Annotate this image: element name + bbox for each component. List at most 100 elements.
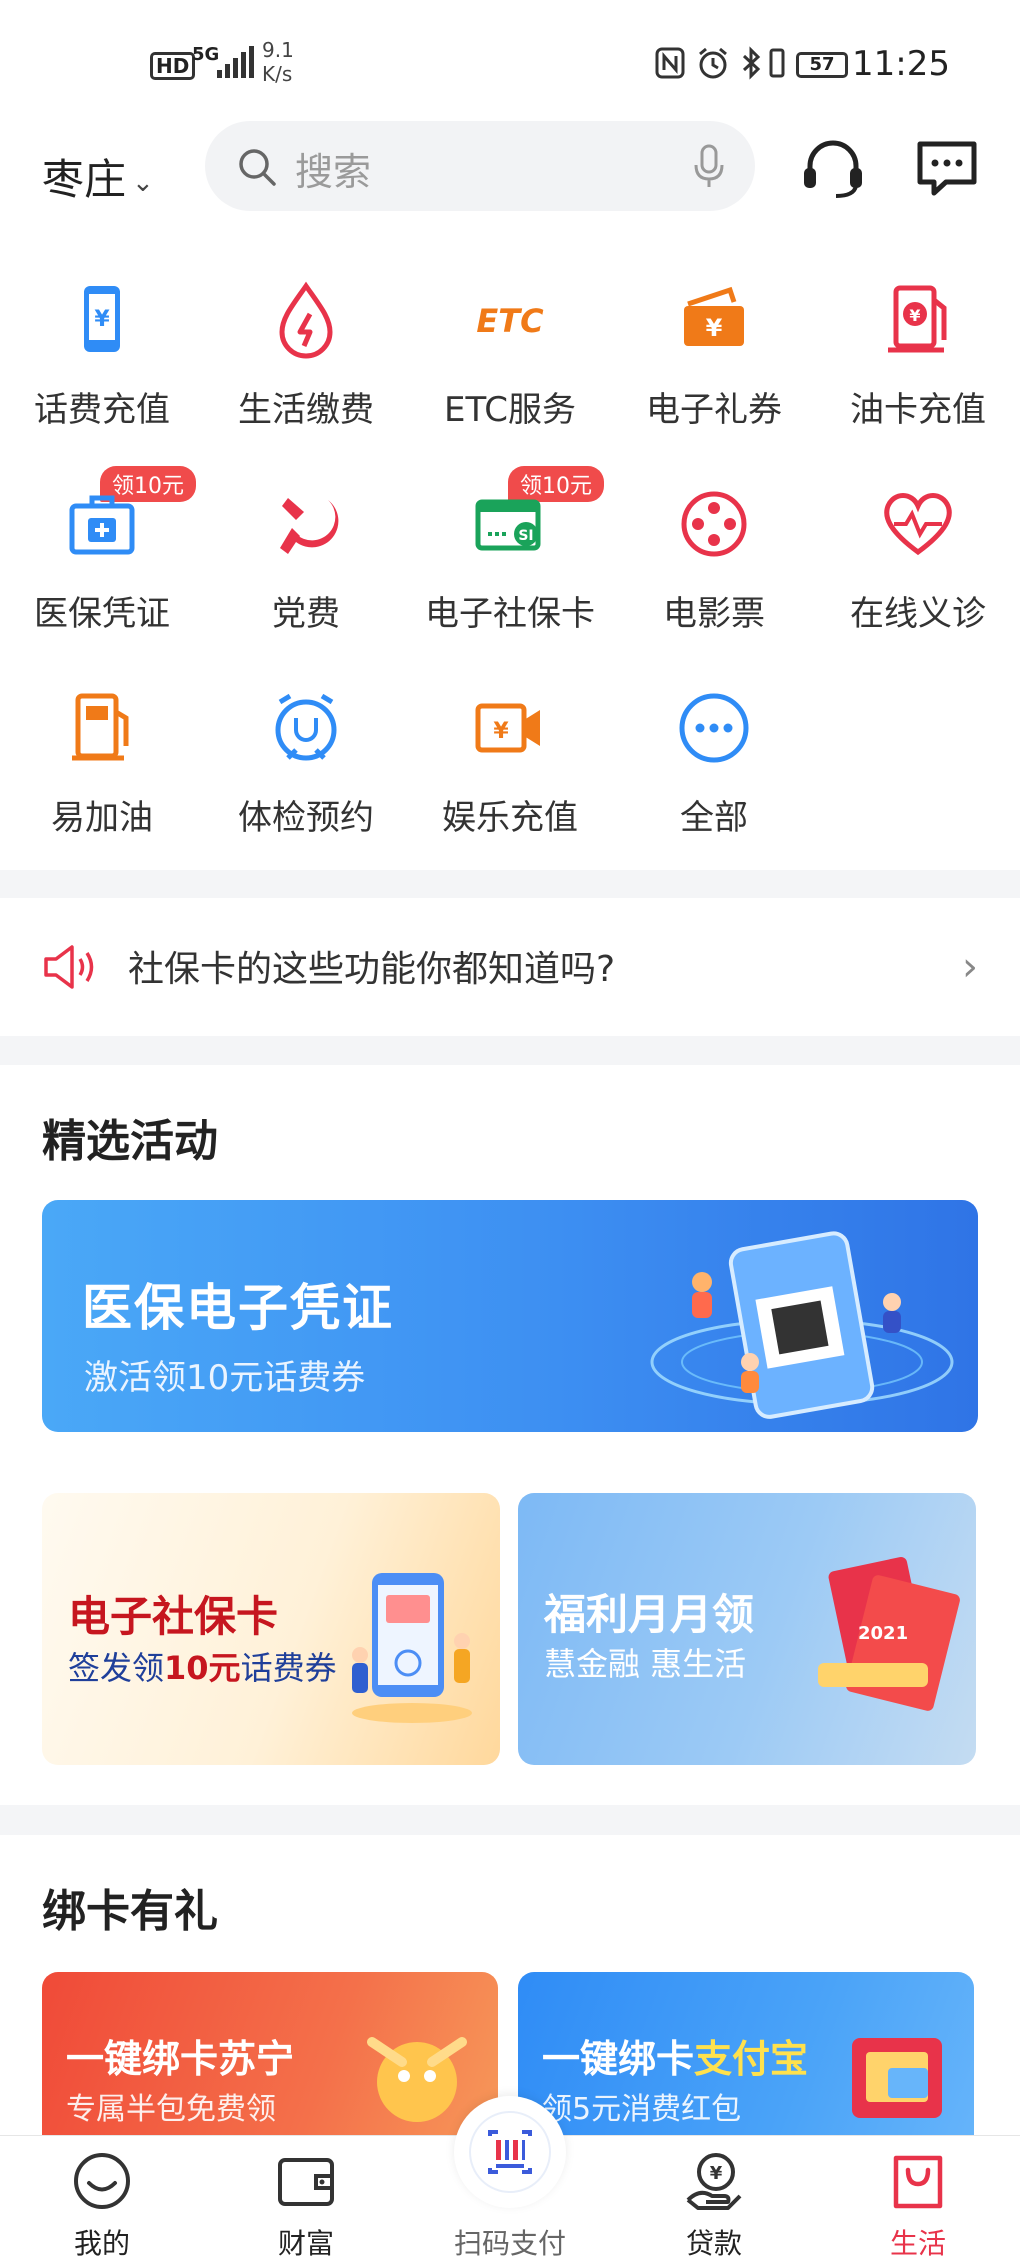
wallet-icon [278, 2158, 334, 2206]
speed-unit: K/s [262, 62, 293, 86]
scan-button[interactable] [454, 2096, 566, 2208]
bottom-tab-bar: 我的 财富 扫码支付 ¥ 贷款 生活 [0, 2096, 1020, 2267]
grid-item-all[interactable]: 全部 [612, 678, 816, 878]
grid-item-entertainment-recharge[interactable]: ¥ 娱乐充值 [408, 678, 612, 878]
grid-item-label: 在线义诊 [850, 594, 986, 634]
city-selector[interactable]: 枣庄 ⌄ [42, 146, 154, 207]
year-label: 2021 [858, 1623, 908, 1644]
search-icon [239, 149, 276, 186]
nfc-icon [655, 47, 685, 79]
grid-item-movie-ticket[interactable]: 电影票 [612, 474, 816, 674]
tab-label: 我的 [73, 2227, 130, 2260]
subtitle-pre: 签发领 [68, 1649, 165, 1687]
title-pre: 一键绑卡 [542, 2037, 695, 2081]
subtitle-post: 话费券 [240, 1649, 337, 1687]
monthly-benefit-banner[interactable]: 福利月月领 慧金融 惠生活 2021 [518, 1493, 976, 1765]
tab-label: 生活 [889, 2227, 946, 2260]
hd-indicator: HD [150, 52, 196, 80]
medical-voucher-banner[interactable]: 医保电子凭证 激活领10元话费券 [42, 1200, 978, 1432]
grid-item-phone-recharge[interactable]: ¥ 话费充值 [0, 270, 204, 470]
grid-item-fuel-card[interactable]: ¥ 油卡充值 [816, 270, 1020, 470]
banner-subtitle: 激活领10元话费券 [84, 1358, 366, 1398]
scan-icon [469, 2111, 551, 2193]
search-placeholder: 搜索 [295, 150, 372, 194]
tab-wealth[interactable]: 财富 [204, 2136, 408, 2267]
gas-pump-icon [72, 693, 129, 761]
svg-text:¥: ¥ [94, 307, 110, 332]
grid-item-medical-insurance[interactable]: 领10元 医保凭证 [0, 466, 204, 674]
tab-life[interactable]: 生活 [816, 2136, 1020, 2267]
phone-people-illustration [352, 1573, 472, 1723]
banner-subtitle: 签发领10元话费券 [68, 1643, 337, 1689]
shopping-bag-icon [893, 2155, 943, 2209]
search-bar[interactable]: 搜索 [205, 121, 755, 211]
social-card-banner[interactable]: 电子社保卡 签发领10元话费券 [42, 1493, 500, 1765]
tab-scan-pay[interactable]: 扫码支付 [408, 2096, 612, 2267]
fuel-card-icon: ¥ [888, 285, 947, 353]
grid-item-label: 易加油 [51, 798, 153, 838]
tab-label: 财富 [277, 2227, 334, 2260]
grid-item-checkup[interactable]: 体检预约 [204, 678, 408, 878]
banner-title: 电子社保卡 [68, 1592, 279, 1641]
grid-item-etc[interactable]: ETC ETC服务 [408, 270, 612, 470]
grid-item-label: 油卡充值 [850, 390, 986, 430]
grid-item-coupon[interactable]: ¥ 电子礼券 [612, 270, 816, 470]
tab-mine[interactable]: 我的 [0, 2136, 204, 2267]
svg-text:ETC: ETC [476, 302, 544, 340]
speed-value: 9.1 [262, 38, 294, 62]
grid-item-utility-payment[interactable]: 生活缴费 [204, 270, 408, 470]
signal-icon [217, 46, 254, 78]
section-title: 绑卡有礼 [42, 1886, 218, 1937]
title-highlight: 支付宝 [694, 2037, 809, 2081]
party-fee-icon [280, 498, 339, 554]
social-security-card-icon: SI [475, 499, 541, 551]
heartbeat-icon [884, 493, 952, 556]
bind-card-subtitle: 专属半包免费领 [66, 2092, 276, 2127]
loan-icon: ¥ [686, 2153, 742, 2210]
more-icon [679, 693, 749, 763]
tab-label: 贷款 [685, 2227, 742, 2260]
battery-level: 57 [796, 52, 848, 78]
gift-box-illustration [852, 2038, 942, 2118]
grid-item-label: 电子社保卡 [425, 594, 595, 634]
svg-text:¥: ¥ [493, 719, 509, 744]
bluetooth-icon [742, 46, 761, 80]
header: 枣庄 ⌄ 搜索 [0, 118, 1020, 218]
grid-item-label: 医保凭证 [34, 594, 170, 634]
grid-item-social-security-card[interactable]: 领10元 SI 电子社保卡 [408, 466, 612, 674]
banner-subtitle: 慧金融 惠生活 [544, 1645, 747, 1683]
svg-text:¥: ¥ [909, 306, 920, 325]
svg-text:¥: ¥ [706, 314, 723, 342]
grid-item-online-clinic[interactable]: 在线义诊 [816, 474, 1020, 674]
network-speed: 9.1 K/s [262, 38, 294, 86]
film-reel-icon [681, 491, 747, 557]
chevron-down-icon: ⌄ [132, 167, 154, 198]
tab-label: 扫码支付 [453, 2227, 566, 2260]
utility-payment-icon [279, 281, 333, 359]
subtitle-highlight: 10元 [164, 1649, 241, 1687]
grid-item-label: 生活缴费 [238, 390, 374, 430]
status-bar: HD 5G 9.1 K/s 57 11:25 [0, 30, 1020, 100]
stethoscope-clock-icon [275, 693, 337, 761]
alarm-icon [699, 47, 727, 79]
grid-item-label: ETC服务 [444, 390, 576, 430]
bind-card-title: 一键绑卡苏宁 [66, 2037, 295, 2081]
red-envelope-illustration: 2021 [818, 1557, 960, 1711]
grid-item-label: 党费 [272, 594, 340, 634]
notice-bar[interactable]: 社保卡的这些功能你都知道吗? › [0, 898, 1020, 1036]
grid-item-label: 体检预约 [238, 798, 374, 838]
tab-loan[interactable]: ¥ 贷款 [612, 2136, 816, 2267]
customer-service-icon[interactable] [800, 138, 866, 200]
grid-item-easy-refuel[interactable]: 易加油 [0, 678, 204, 878]
message-icon[interactable] [916, 138, 978, 198]
grid-item-label: 电子礼券 [646, 390, 782, 430]
grid-item-party-fee[interactable]: 党费 [204, 474, 408, 674]
microphone-icon[interactable] [693, 143, 725, 189]
section-title: 精选活动 [42, 1116, 218, 1167]
banner-title: 福利月月领 [544, 1590, 755, 1639]
clock: 11:25 [852, 44, 950, 84]
grid-item-label: 话费充值 [34, 390, 170, 430]
banner-title: 医保电子凭证 [82, 1279, 394, 1337]
featured-section: 精选活动 医保电子凭证 激活领10元话费券 电子社保卡 签发领10元话费券 福利… [0, 1065, 1020, 1805]
city-name: 枣庄 [42, 155, 127, 204]
